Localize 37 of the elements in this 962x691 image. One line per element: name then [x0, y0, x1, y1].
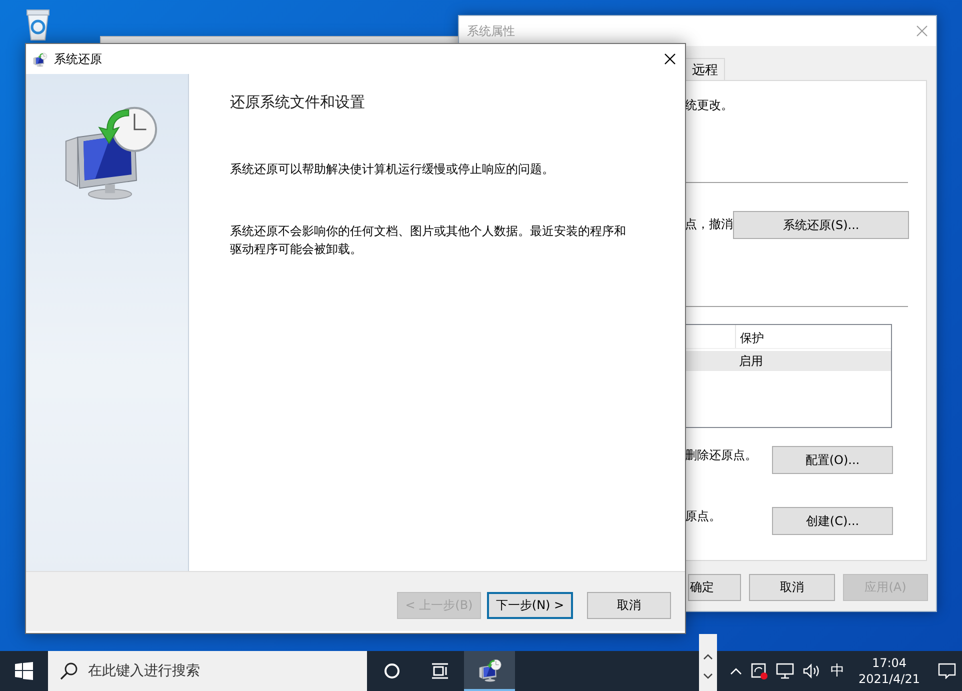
- list-row[interactable]: 启用: [686, 351, 891, 371]
- window-title: 系统属性: [467, 22, 515, 40]
- description-text: 原点。: [685, 508, 721, 525]
- clock-time[interactable]: 17:04: [872, 655, 907, 671]
- restore-icon: [33, 52, 47, 66]
- sync-icon[interactable]: [750, 662, 768, 680]
- configure-button[interactable]: 配置(O)...: [772, 446, 893, 474]
- input-method-indicator[interactable]: 中: [830, 662, 844, 680]
- tab[interactable]: 远程: [685, 58, 725, 80]
- dialog-button[interactable]: 取消: [749, 574, 835, 601]
- wizard-button[interactable]: 下一步(N) >: [487, 592, 573, 619]
- notification-icon[interactable]: [938, 663, 956, 679]
- window-title: 系统还原: [54, 50, 103, 68]
- create-button[interactable]: 创建(C)...: [772, 507, 893, 535]
- description-text: 系统还原可以帮助解决使计算机运行缓慢或停止响应的问题。: [230, 161, 555, 178]
- search-field[interactable]: 在此键入进行搜索: [48, 651, 367, 691]
- clock-date[interactable]: 2021/4/21: [858, 671, 920, 687]
- chevron-down-icon[interactable]: [703, 673, 713, 680]
- monitor-icon[interactable]: [776, 663, 794, 679]
- restore-icon: [478, 659, 501, 682]
- windows-icon[interactable]: [15, 662, 33, 680]
- search-placeholder: 在此键入进行搜索: [88, 662, 200, 680]
- description-text: 系统还原不会影响你的任何文档、图片或其他个人数据。最近安装的程序和驱动程序可能会被卸载。: [230, 223, 627, 258]
- chevron-up-icon[interactable]: [703, 652, 713, 660]
- wizard-heading: 还原系统文件和设置: [230, 93, 366, 112]
- description-text: 点，撤消: [685, 216, 733, 233]
- description-text: 删除还原点。: [685, 447, 757, 464]
- dialog-button[interactable]: 确定: [688, 574, 741, 601]
- wizard-button[interactable]: 取消: [587, 592, 671, 619]
- description-text: 统更改。: [685, 97, 733, 114]
- column-header[interactable]: 保护: [735, 325, 768, 348]
- search-icon: [60, 662, 78, 680]
- taskbar-app[interactable]: [464, 651, 515, 691]
- circle-icon[interactable]: [384, 663, 400, 679]
- task-view-icon[interactable]: [431, 663, 449, 679]
- close-icon[interactable]: [664, 53, 676, 65]
- system-restore-button[interactable]: 系统还原(S)...: [733, 211, 909, 239]
